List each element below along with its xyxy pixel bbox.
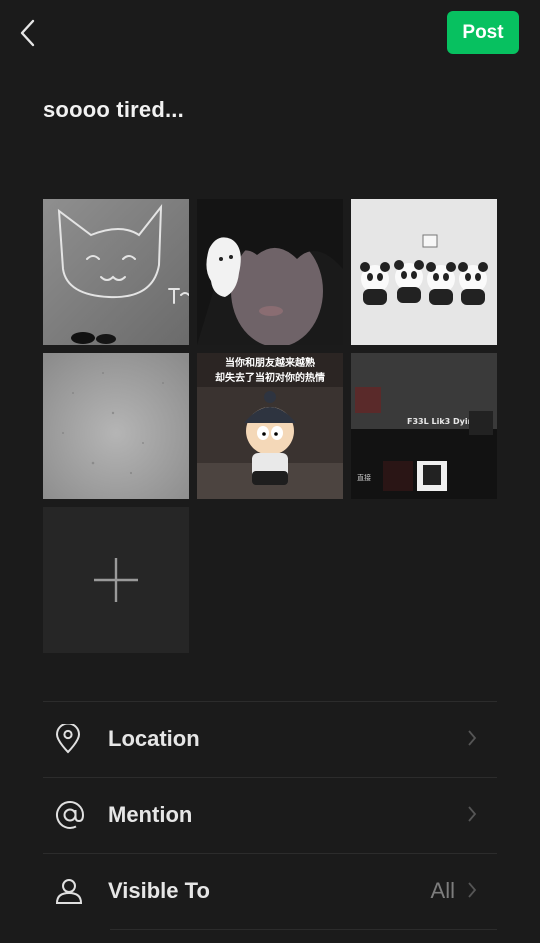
location-label: Location [108, 726, 200, 751]
svg-text:当你和朋友越来越熟: 当你和朋友越来越熟 [225, 356, 315, 369]
photo-thumbnail[interactable]: F33L Lik3 Dyin 直接 [351, 353, 497, 499]
divider [110, 929, 497, 930]
photo-thumbnail[interactable] [351, 199, 497, 345]
photo-thumbnail[interactable] [43, 353, 189, 499]
svg-text:直接: 直接 [357, 473, 371, 482]
at-sign-icon [43, 795, 97, 835]
svg-text:F33L Lik3 Dyin: F33L Lik3 Dyin [407, 417, 474, 426]
mention-option[interactable]: Mention [43, 777, 497, 853]
chevron-right-icon [468, 806, 477, 822]
chevron-right-icon [468, 730, 477, 746]
back-button[interactable] [14, 16, 42, 50]
svg-text:却失去了当初对你的热情: 却失去了当初对你的热情 [215, 371, 325, 384]
photo-thumbnail[interactable] [197, 199, 343, 345]
photo-grid: 当你和朋友越来越熟 却失去了当初对你的热情 F33L Lik3 Dyin 直接 [43, 199, 498, 655]
top-bar: Post [0, 0, 540, 64]
mention-label: Mention [108, 802, 193, 827]
post-caption-text[interactable]: soooo tired... [43, 97, 184, 123]
chevron-right-icon [468, 882, 477, 898]
person-icon [43, 871, 97, 911]
location-pin-icon [43, 719, 97, 759]
add-photo-button[interactable] [43, 507, 189, 653]
chevron-left-icon [20, 19, 35, 47]
plus-icon [94, 558, 138, 602]
visible-to-label: Visible To [108, 878, 210, 903]
post-button[interactable]: Post [447, 11, 519, 54]
location-option[interactable]: Location [43, 701, 497, 777]
photo-thumbnail[interactable]: 当你和朋友越来越熟 却失去了当初对你的热情 [197, 353, 343, 499]
visible-to-value: All [430, 878, 455, 903]
visible-to-option[interactable]: Visible To All [43, 853, 497, 929]
photo-thumbnail[interactable] [43, 199, 189, 345]
